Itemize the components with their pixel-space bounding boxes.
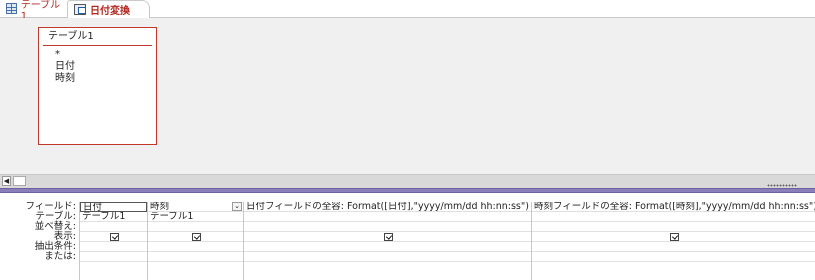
grid-column-time-format: 時刻フィールドの全容: Format([時刻],"yyyy/mm/dd hh:n… bbox=[531, 202, 815, 280]
sort-cell[interactable] bbox=[532, 222, 815, 232]
field-cell[interactable]: 日付 bbox=[80, 202, 147, 212]
tab-date-conversion[interactable]: 日付変換 bbox=[67, 0, 150, 18]
scroll-left-icon[interactable]: ◀ bbox=[2, 176, 11, 186]
show-checkbox[interactable] bbox=[192, 233, 201, 241]
show-cell bbox=[244, 232, 531, 242]
or-cell[interactable] bbox=[80, 252, 147, 262]
row-label-or: または: bbox=[44, 251, 76, 262]
resize-grip-icon[interactable] bbox=[767, 184, 797, 187]
tab-table1[interactable]: テーブル1 bbox=[0, 0, 67, 22]
grid-column-date: 日付 テーブル1 bbox=[79, 202, 147, 280]
document-tab-strip: テーブル1 日付変換 bbox=[0, 0, 815, 22]
or-cell[interactable] bbox=[532, 252, 815, 262]
show-checkbox[interactable] bbox=[670, 233, 679, 241]
chevron-down-icon[interactable]: ⌄ bbox=[232, 202, 242, 211]
show-cell bbox=[532, 232, 815, 242]
table-cell[interactable]: テーブル1 bbox=[80, 212, 147, 222]
criteria-cell[interactable] bbox=[532, 242, 815, 252]
field-list-table1[interactable]: テーブル1 * 日付 時刻 bbox=[38, 27, 157, 145]
query-design-grid: フィールド: テーブル: 並べ替え: 表示: 抽出条件: または: 日付 テーブ… bbox=[0, 193, 815, 280]
field-cell[interactable]: 日付フィールドの全容: Format([日付],"yyyy/mm/dd hh:n… bbox=[244, 202, 531, 212]
field-cell[interactable]: 時刻 ⌄ bbox=[148, 202, 243, 212]
criteria-cell[interactable] bbox=[244, 242, 531, 252]
field-cell[interactable]: 時刻フィールドの全容: Format([時刻],"yyyy/mm/dd hh:n… bbox=[532, 202, 815, 212]
row-labels: フィールド: テーブル: 並べ替え: 表示: 抽出条件: または: bbox=[0, 202, 79, 262]
criteria-cell[interactable] bbox=[80, 242, 147, 252]
field-list-item-time[interactable]: 時刻 bbox=[39, 73, 156, 85]
or-cell[interactable] bbox=[244, 252, 531, 262]
sort-cell[interactable] bbox=[80, 222, 147, 232]
grid-column-date-format: 日付フィールドの全容: Format([日付],"yyyy/mm/dd hh:n… bbox=[243, 202, 531, 280]
field-list-title[interactable]: テーブル1 bbox=[43, 28, 152, 46]
query-icon bbox=[74, 4, 86, 15]
sort-cell[interactable] bbox=[148, 222, 243, 232]
table-cell[interactable] bbox=[532, 212, 815, 222]
field-list-item-all[interactable]: * bbox=[39, 49, 156, 61]
table-cell[interactable]: テーブル1 bbox=[148, 212, 243, 222]
field-cell-text: 時刻 bbox=[150, 202, 170, 212]
table-cell[interactable] bbox=[244, 212, 531, 222]
show-checkbox[interactable] bbox=[384, 233, 393, 241]
field-list-item-date[interactable]: 日付 bbox=[39, 61, 156, 73]
scrollbar-thumb[interactable] bbox=[13, 176, 26, 186]
field-list: * 日付 時刻 bbox=[39, 46, 156, 85]
table-icon bbox=[6, 3, 17, 14]
or-cell[interactable] bbox=[148, 252, 243, 262]
tab-label: 日付変換 bbox=[90, 6, 130, 17]
show-cell bbox=[80, 232, 147, 242]
grid-column-time: 時刻 ⌄ テーブル1 bbox=[147, 202, 243, 280]
show-cell bbox=[148, 232, 243, 242]
horizontal-scrollbar[interactable]: ◀ bbox=[0, 174, 815, 188]
sort-cell[interactable] bbox=[244, 222, 531, 232]
show-checkbox[interactable] bbox=[110, 233, 119, 241]
query-design-pane: テーブル1 * 日付 時刻 bbox=[0, 18, 815, 174]
criteria-cell[interactable] bbox=[148, 242, 243, 252]
